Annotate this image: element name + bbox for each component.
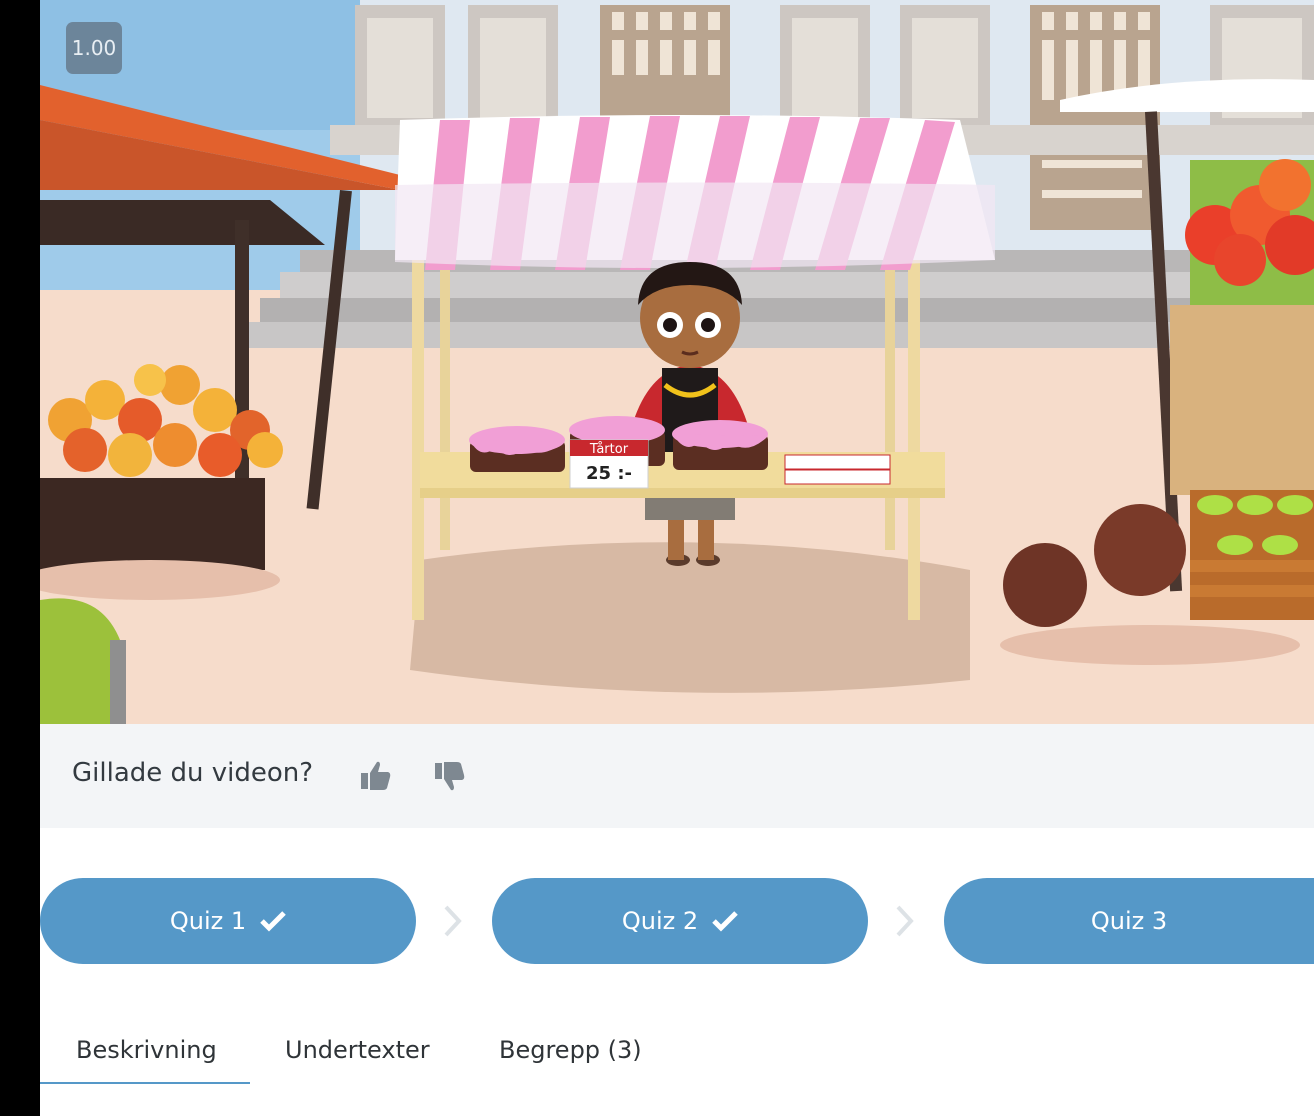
tab-undertexter[interactable]: Undertexter <box>285 1030 430 1082</box>
quiz-2-button[interactable]: Quiz 2 <box>492 878 868 964</box>
quiz-3-button[interactable]: Quiz 3 <box>944 878 1314 964</box>
video-page: Tårtor 25 :- 1.00 Gillade du videon? Qui… <box>40 0 1314 1116</box>
video-frame-illustration: Tårtor 25 :- <box>40 0 1314 724</box>
chevron-right-icon <box>896 905 914 937</box>
check-icon <box>260 911 286 932</box>
thumbs-down-icon[interactable] <box>432 758 468 794</box>
video-feedback-bar: Gillade du videon? <box>40 724 1314 828</box>
quiz-1-label: Quiz 1 <box>169 907 247 935</box>
playback-speed-badge[interactable]: 1.00 <box>66 22 122 74</box>
thumbs-up-icon[interactable] <box>358 758 394 794</box>
feedback-question: Gillade du videon? <box>72 758 314 788</box>
tab-beskrivning[interactable]: Beskrivning <box>76 1030 217 1082</box>
content-tabs: Beskrivning Undertexter Begrepp (3) <box>40 1030 1314 1090</box>
quiz-1-button[interactable]: Quiz 1 <box>40 878 416 964</box>
tab-begrepp[interactable]: Begrepp (3) <box>499 1030 642 1082</box>
check-icon <box>712 911 738 932</box>
cake-sign-price: 25 :- <box>586 463 632 484</box>
quiz-3-label: Quiz 3 <box>1090 907 1168 935</box>
video-player[interactable]: Tårtor 25 :- 1.00 <box>40 0 1314 724</box>
active-tab-indicator <box>40 1082 250 1084</box>
cake-sign-title: Tårtor <box>589 442 629 457</box>
quiz-2-label: Quiz 2 <box>621 907 699 935</box>
chevron-right-icon <box>444 905 462 937</box>
quiz-steps: Quiz 1 Quiz 2 Quiz 3 <box>40 878 1314 964</box>
